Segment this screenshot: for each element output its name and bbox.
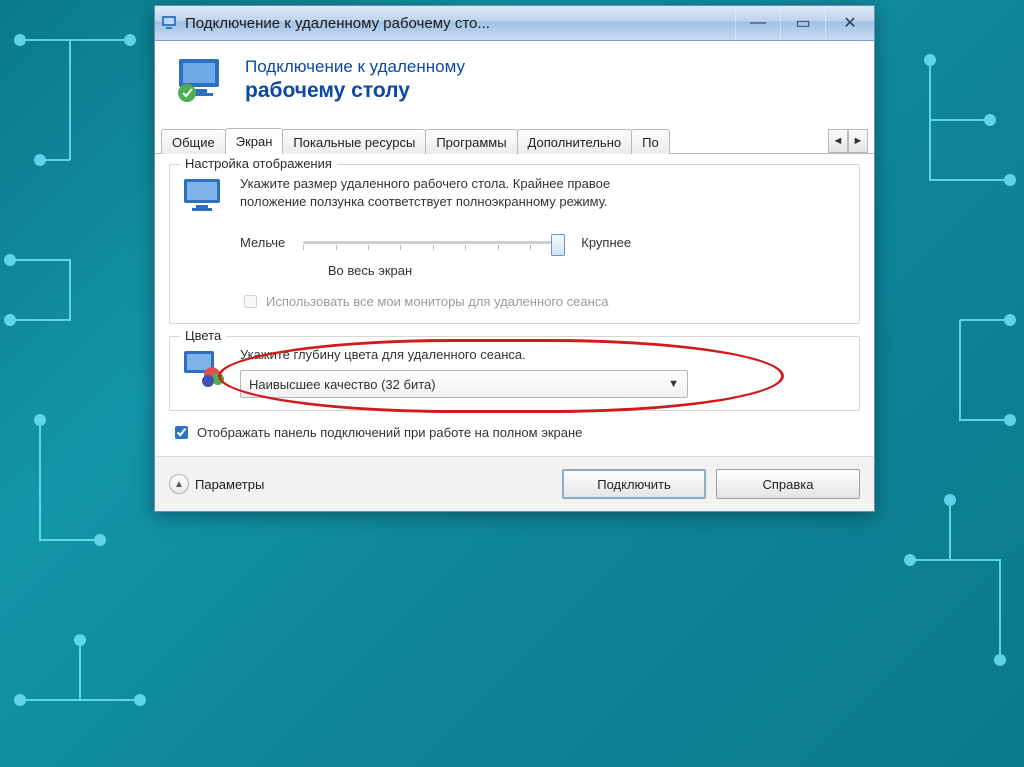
fullscreen-label: Во весь экран bbox=[240, 263, 500, 278]
help-button[interactable]: Справка bbox=[716, 469, 860, 499]
header-line2: рабочему столу bbox=[245, 79, 465, 103]
show-connection-bar-checkbox[interactable] bbox=[175, 426, 188, 439]
slider-larger-label: Крупнее bbox=[581, 235, 631, 250]
tab-scroll-right[interactable]: ► bbox=[848, 129, 868, 153]
show-connection-bar-row[interactable]: Отображать панель подключений при работе… bbox=[155, 423, 874, 456]
colors-group: Цвета Укажите глубину цвета для удаленно… bbox=[169, 336, 860, 411]
color-depth-value: Наивысшее качество (32 бита) bbox=[249, 377, 436, 392]
chevron-down-icon: ▼ bbox=[668, 378, 679, 390]
connect-button[interactable]: Подключить bbox=[562, 469, 706, 499]
tab-local-resources[interactable]: Покальные ресурсы bbox=[282, 129, 426, 154]
rdc-logo-icon bbox=[173, 55, 231, 107]
close-button[interactable]: ✕ bbox=[825, 6, 874, 40]
button-bar: ▲ Параметры Подключить Справка bbox=[155, 456, 874, 511]
titlebar[interactable]: Подключение к удаленному рабочему сто...… bbox=[155, 6, 874, 41]
options-toggle[interactable]: ▲ Параметры bbox=[169, 474, 264, 494]
header: Подключение к удаленному рабочему столу bbox=[155, 41, 874, 125]
display-legend: Настройка отображения bbox=[180, 156, 337, 171]
rdc-window: Подключение к удаленному рабочему сто...… bbox=[154, 5, 875, 512]
window-title: Подключение к удаленному рабочему сто... bbox=[185, 15, 490, 32]
colors-description: Укажите глубину цвета для удаленного сеа… bbox=[240, 347, 847, 362]
slider-smaller-label: Мельче bbox=[240, 235, 285, 250]
resolution-slider[interactable] bbox=[303, 231, 563, 253]
tab-scroll-left[interactable]: ◄ bbox=[828, 129, 848, 153]
tab-advanced[interactable]: Дополнительно bbox=[517, 129, 633, 154]
minimize-button[interactable]: — bbox=[735, 6, 780, 40]
display-settings-group: Настройка отображения Укажите размер уда… bbox=[169, 164, 860, 324]
maximize-button[interactable]: ▭ bbox=[780, 6, 825, 40]
display-description: Укажите размер удаленного рабочего стола… bbox=[240, 175, 660, 210]
colors-icon bbox=[182, 349, 226, 389]
options-label: Параметры bbox=[195, 477, 264, 492]
monitor-icon bbox=[182, 177, 226, 217]
colors-legend: Цвета bbox=[180, 328, 226, 343]
use-all-monitors-row[interactable]: Использовать все мои мониторы для удален… bbox=[240, 292, 847, 311]
use-all-monitors-checkbox bbox=[244, 295, 257, 308]
tab-bar: Общие Экран Покальные ресурсы Программы … bbox=[155, 125, 874, 154]
tab-more-truncated[interactable]: По bbox=[631, 129, 670, 154]
show-connection-bar-label: Отображать панель подключений при работе… bbox=[197, 425, 582, 440]
color-depth-select[interactable]: Наивысшее качество (32 бита) ▼ bbox=[240, 370, 688, 398]
slider-thumb[interactable] bbox=[551, 234, 565, 256]
app-icon bbox=[161, 14, 179, 32]
tab-display[interactable]: Экран bbox=[225, 128, 284, 154]
header-line1: Подключение к удаленному bbox=[245, 57, 465, 77]
collapse-icon: ▲ bbox=[169, 474, 189, 494]
use-all-monitors-label: Использовать все мои мониторы для удален… bbox=[266, 294, 609, 309]
tab-general[interactable]: Общие bbox=[161, 129, 226, 154]
tab-programs[interactable]: Программы bbox=[425, 129, 517, 154]
